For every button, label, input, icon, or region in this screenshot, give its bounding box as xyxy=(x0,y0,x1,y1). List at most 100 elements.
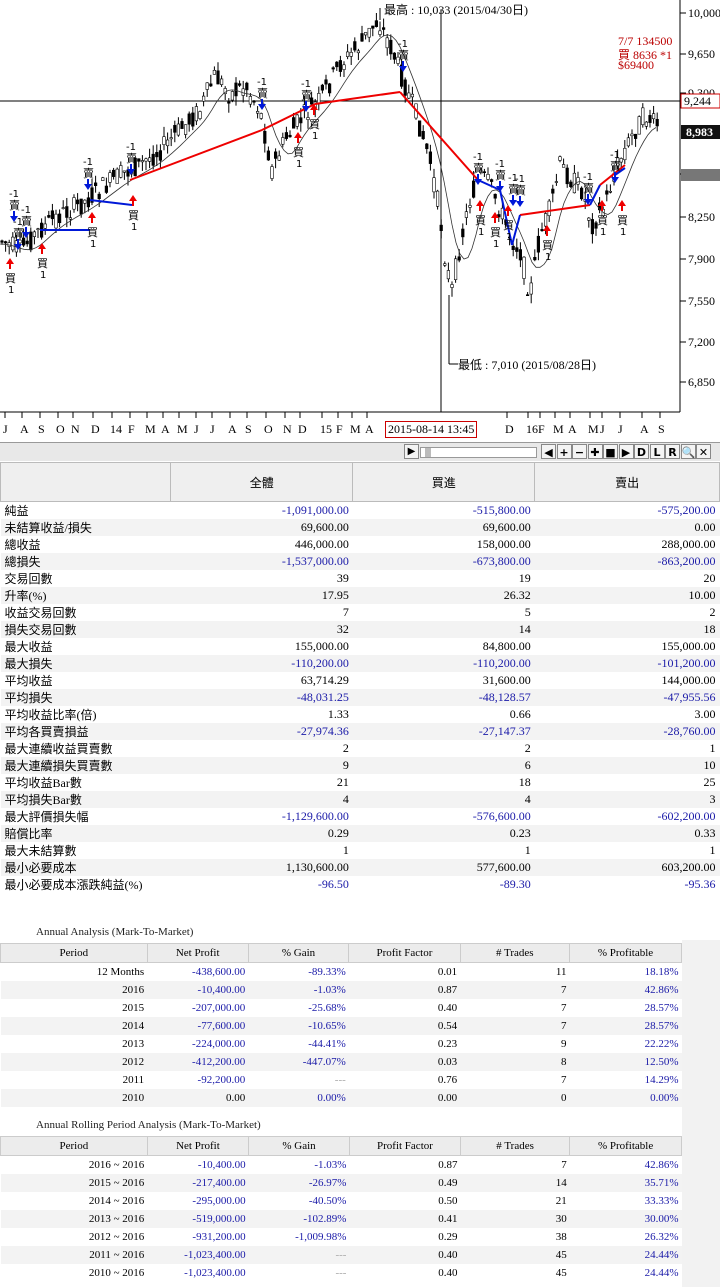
annual-row: 2011 ~ 2016 -1,023,400.00 --- 0.40 45 24.44% xyxy=(0,1246,682,1264)
candle-body xyxy=(389,39,393,55)
stats-value: 20 xyxy=(703,571,716,585)
line-button[interactable]: L xyxy=(649,444,665,459)
sell-signal-qty: -1 xyxy=(610,150,620,161)
sell-signal-label: 賣 xyxy=(495,168,506,182)
stats-value: 577,600.00 xyxy=(352,859,535,876)
annual-header-cell: Profit Factor xyxy=(348,943,461,963)
candle-body xyxy=(637,116,641,135)
x-tick-label: N xyxy=(71,422,80,436)
candle-body xyxy=(137,158,141,162)
low-annotation: 最低 : 7,010 (2015/08/28日) xyxy=(458,358,596,372)
candle-body xyxy=(29,231,33,251)
annual-period: 2016 xyxy=(0,981,148,999)
stats-label: 純益 xyxy=(4,504,29,518)
annual-value: -1.03% xyxy=(248,981,349,999)
buy-arrow-icon xyxy=(88,212,96,223)
stats-row: 平均損失 -48,031.25 -48,128.57 -47,955.56 xyxy=(0,689,720,706)
annual-row: 2012 ~ 2016 -931,200.00 -1,009.98% 0.29 38 26… xyxy=(1,1228,682,1246)
buy-signal-qty: 1 xyxy=(493,239,499,250)
stats-label: 升率(%) xyxy=(0,587,171,604)
candle-body xyxy=(623,147,627,161)
candle-body xyxy=(176,123,181,136)
annual-value: 28.57% xyxy=(569,1017,682,1035)
candle-body xyxy=(453,258,458,280)
annual-header-cell: Period xyxy=(0,943,148,963)
candle-body xyxy=(525,294,530,296)
annual-value: 0.03 xyxy=(348,1053,461,1071)
x-tick-label: S xyxy=(658,422,665,436)
stop-button[interactable]: ■ xyxy=(603,444,618,459)
chart-scrollbar[interactable] xyxy=(420,447,537,458)
candle-body xyxy=(457,256,461,261)
scroll-right-button[interactable]: ▶ xyxy=(404,444,419,459)
buy-signal-qty: 1 xyxy=(506,232,512,243)
stats-label: 平均損失 xyxy=(0,689,171,706)
candle-body xyxy=(633,133,638,139)
annual-value: 0.00% xyxy=(248,1089,349,1107)
price-chart[interactable]: 10,0009,6509,3008,6008,2507,9007,5507,20… xyxy=(0,0,720,442)
buy-signal-label: 買 xyxy=(597,214,608,227)
annual-row: 2013 -224,000.00 -44.41% 0.23 9 22.22% xyxy=(1,1035,682,1053)
x-tick-label: J xyxy=(600,422,605,436)
candle-body xyxy=(238,83,242,86)
stats-label: 收益交易回數 xyxy=(4,606,77,620)
candle-body xyxy=(148,157,152,162)
stats-value: -1,091,000.00 xyxy=(281,503,349,517)
reset-button[interactable]: R xyxy=(665,444,680,459)
stats-header-cell: 買進 xyxy=(352,462,536,502)
candle-body xyxy=(198,111,202,119)
stats-row: 平均收益比率(倍) 1.33 0.66 3.00 xyxy=(1,706,720,723)
x-tick-label: N xyxy=(283,422,292,436)
candle-body xyxy=(104,185,108,193)
x-tick-label: J xyxy=(618,422,623,436)
annual-period: 2016 ~ 2016 xyxy=(88,1159,145,1171)
candle-body xyxy=(547,200,551,217)
candle-body xyxy=(356,50,361,54)
high-annotation: 最高 : 10,033 (2015/04/30日) xyxy=(384,3,528,17)
stats-value: 4 xyxy=(352,791,535,808)
annual-value: -217,400.00 xyxy=(147,1174,249,1192)
annual-header-cell: % Profitable xyxy=(569,1136,682,1156)
annual-header-cell: # Trades xyxy=(459,943,570,963)
candle-body xyxy=(245,82,249,91)
stats-value: 5 xyxy=(524,605,531,619)
candle-body xyxy=(378,30,382,35)
pan-button[interactable]: ✚ xyxy=(587,444,603,459)
candlestick-plot[interactable]: 10,0009,6509,3008,6008,2507,9007,5507,20… xyxy=(0,0,720,442)
stats-label: 最大連續收益買賣數 xyxy=(4,742,113,756)
buy-signal-qty: 1 xyxy=(131,222,137,233)
annual-period: 2010 ~ 2016 xyxy=(88,1267,145,1279)
candle-body xyxy=(61,207,65,209)
sell-signal-label: 賣 xyxy=(257,86,268,100)
stats-value: 3.00 xyxy=(694,707,716,721)
stats-value: -96.50 xyxy=(317,877,349,891)
stats-value: -27,147.37 xyxy=(352,723,535,740)
candle-body xyxy=(122,170,126,173)
day-button[interactable]: D xyxy=(634,444,649,459)
zoom-in-button[interactable]: + xyxy=(556,444,572,459)
annual-value: 24.44% xyxy=(644,1267,679,1279)
zoom-out-button[interactable]: − xyxy=(572,444,587,459)
stats-row: 總收益 446,000.00 158,000.00 288,000.00 xyxy=(1,536,720,553)
x-tick-label: 16 xyxy=(526,422,538,436)
play-button[interactable]: ▶ xyxy=(618,444,634,459)
candle-body xyxy=(115,168,119,184)
annual-value: 0 xyxy=(460,1089,570,1107)
close-button[interactable]: ✕ xyxy=(696,444,711,459)
x-tick-label: M xyxy=(588,422,599,436)
panel-scroll-area[interactable] xyxy=(682,940,720,1287)
annual-value: -447.07% xyxy=(248,1053,349,1071)
candle-body xyxy=(76,199,80,205)
stats-value: -576,600.00 xyxy=(472,809,531,823)
candle-body xyxy=(324,79,328,85)
stats-row: 平均收益 63,714.29 31,600.00 144,000.00 xyxy=(1,672,720,689)
candle-body xyxy=(450,284,454,288)
scroll-left-button[interactable]: ◀ xyxy=(541,444,556,459)
annual-value: 0.00 xyxy=(348,1089,461,1107)
zoom-icon-button[interactable]: 🔍 xyxy=(680,444,696,459)
scrollbar-thumb[interactable] xyxy=(425,448,431,457)
annual-value: 35.71% xyxy=(569,1174,682,1192)
candle-body xyxy=(162,136,166,145)
candle-body xyxy=(655,118,659,127)
candle-body xyxy=(353,41,357,51)
